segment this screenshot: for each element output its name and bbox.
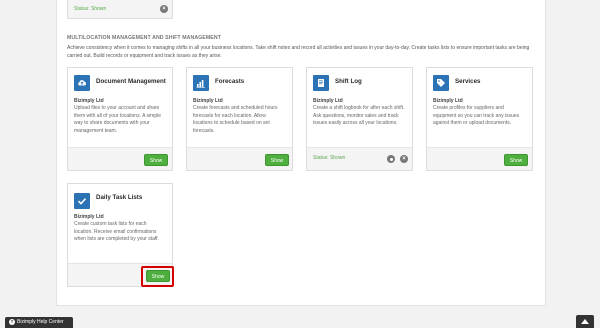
cloud-upload-icon bbox=[74, 75, 90, 91]
company-name: Bizimply Ltd bbox=[193, 98, 223, 104]
card-title: Shift Log bbox=[335, 78, 362, 85]
show-button[interactable]: Show bbox=[144, 154, 168, 166]
company-name: Bizimply Ltd bbox=[433, 98, 463, 104]
status-text: Status: Shown bbox=[313, 155, 346, 161]
card-description: Create forecasts and scheduled hours for… bbox=[193, 105, 278, 134]
card-shift-log: Shift Log Bizimply Ltd Create a shift lo… bbox=[306, 67, 413, 171]
close-icon[interactable]: × bbox=[160, 5, 168, 13]
card-footer: Show bbox=[187, 147, 292, 170]
card-footer: Status: Shown × bbox=[68, 0, 172, 18]
top-partial-card: Status: Shown × bbox=[67, 0, 173, 19]
bar-chart-icon bbox=[193, 75, 209, 91]
card-title: Forecasts bbox=[215, 78, 245, 85]
card-services: Services Bizimply Ltd Create profiles fo… bbox=[426, 67, 533, 171]
card-description: Create custom task lists for each locati… bbox=[74, 221, 159, 242]
company-name: Bizimply Ltd bbox=[313, 98, 343, 104]
card-document-management: Document Management Bizimply Ltd Upload … bbox=[67, 67, 173, 171]
section-description: Achieve consistency when it comes to man… bbox=[67, 45, 530, 59]
show-button[interactable]: Show bbox=[504, 154, 528, 166]
card-description: Create profiles for suppliers and equipm… bbox=[433, 105, 520, 126]
card-description: Create a shift logbook for after each sh… bbox=[313, 105, 405, 126]
company-name: Bizimply Ltd bbox=[74, 214, 104, 220]
card-title: Daily Task Lists bbox=[96, 194, 143, 201]
company-name: Bizimply Ltd bbox=[74, 98, 104, 104]
tag-icon bbox=[433, 75, 449, 91]
help-center-button[interactable]: ? Bizimply Help Center bbox=[5, 317, 73, 328]
question-icon: ? bbox=[9, 318, 15, 325]
status-text: Status: Shown bbox=[74, 6, 107, 12]
card-footer: Show bbox=[68, 147, 172, 170]
card-footer: Show bbox=[427, 147, 532, 170]
card-footer: Status: Shown × bbox=[307, 147, 412, 170]
back-to-top-button[interactable] bbox=[576, 315, 594, 328]
gear-icon[interactable] bbox=[387, 155, 395, 163]
card-title: Document Management bbox=[96, 78, 166, 85]
section-title: MULTILOCATION MANAGEMENT AND SHIFT MANAG… bbox=[67, 35, 221, 41]
help-label: Bizimply Help Center bbox=[17, 319, 64, 325]
checkmark-icon bbox=[74, 193, 90, 209]
card-title: Services bbox=[455, 78, 481, 85]
highlight-box bbox=[141, 266, 174, 287]
close-icon[interactable]: × bbox=[400, 155, 408, 163]
card-forecasts: Forecasts Bizimply Ltd Create forecasts … bbox=[186, 67, 293, 171]
book-icon bbox=[313, 75, 329, 91]
card-description: Upload files to your account and share t… bbox=[74, 105, 161, 134]
show-button[interactable]: Show bbox=[265, 154, 289, 166]
